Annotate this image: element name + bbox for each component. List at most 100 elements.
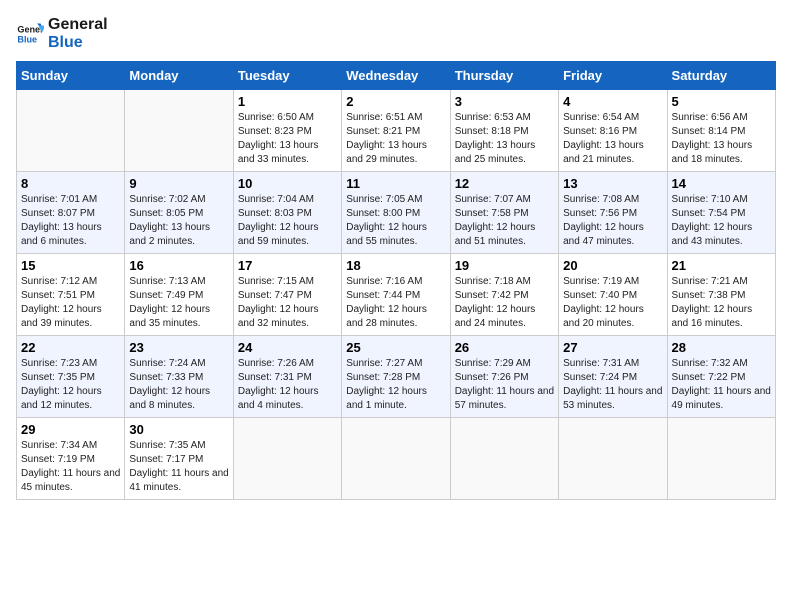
day-info: Sunrise: 6:51 AM Sunset: 8:21 PM Dayligh… (346, 111, 445, 167)
day-info: Sunrise: 7:16 AM Sunset: 7:44 PM Dayligh… (346, 275, 445, 331)
day-number: 13 (563, 176, 662, 191)
day-info: Sunrise: 7:21 AM Sunset: 7:38 PM Dayligh… (672, 275, 771, 331)
day-number: 26 (455, 340, 554, 355)
day-info: Sunrise: 7:27 AM Sunset: 7:28 PM Dayligh… (346, 357, 445, 413)
calendar-week-3: 15 Sunrise: 7:12 AM Sunset: 7:51 PM Dayl… (17, 254, 776, 336)
day-info: Sunrise: 7:35 AM Sunset: 7:17 PM Dayligh… (129, 439, 228, 495)
day-number: 19 (455, 258, 554, 273)
weekday-header-tuesday: Tuesday (233, 62, 341, 90)
day-number: 14 (672, 176, 771, 191)
day-number: 18 (346, 258, 445, 273)
day-info: Sunrise: 6:56 AM Sunset: 8:14 PM Dayligh… (672, 111, 771, 167)
calendar-day-12: 12 Sunrise: 7:07 AM Sunset: 7:58 PM Dayl… (450, 172, 558, 254)
calendar-day-20: 20 Sunrise: 7:19 AM Sunset: 7:40 PM Dayl… (559, 254, 667, 336)
calendar-day-16: 16 Sunrise: 7:13 AM Sunset: 7:49 PM Dayl… (125, 254, 233, 336)
logo-general-text: General (48, 16, 108, 34)
calendar-week-5: 29 Sunrise: 7:34 AM Sunset: 7:19 PM Dayl… (17, 418, 776, 500)
day-info: Sunrise: 7:24 AM Sunset: 7:33 PM Dayligh… (129, 357, 228, 413)
empty-cell (559, 418, 667, 500)
calendar-week-1: 1 Sunrise: 6:50 AM Sunset: 8:23 PM Dayli… (17, 90, 776, 172)
empty-cell (233, 418, 341, 500)
calendar-week-2: 8 Sunrise: 7:01 AM Sunset: 8:07 PM Dayli… (17, 172, 776, 254)
calendar-day-5: 5 Sunrise: 6:56 AM Sunset: 8:14 PM Dayli… (667, 90, 775, 172)
calendar-day-13: 13 Sunrise: 7:08 AM Sunset: 7:56 PM Dayl… (559, 172, 667, 254)
calendar-table: SundayMondayTuesdayWednesdayThursdayFrid… (16, 61, 776, 500)
day-number: 4 (563, 94, 662, 109)
day-info: Sunrise: 7:12 AM Sunset: 7:51 PM Dayligh… (21, 275, 120, 331)
calendar-day-18: 18 Sunrise: 7:16 AM Sunset: 7:44 PM Dayl… (342, 254, 450, 336)
day-info: Sunrise: 7:08 AM Sunset: 7:56 PM Dayligh… (563, 193, 662, 249)
day-number: 28 (672, 340, 771, 355)
day-number: 22 (21, 340, 120, 355)
svg-text:Blue: Blue (17, 34, 37, 44)
day-info: Sunrise: 6:54 AM Sunset: 8:16 PM Dayligh… (563, 111, 662, 167)
day-number: 5 (672, 94, 771, 109)
calendar-day-29: 29 Sunrise: 7:34 AM Sunset: 7:19 PM Dayl… (17, 418, 125, 500)
calendar-day-28: 28 Sunrise: 7:32 AM Sunset: 7:22 PM Dayl… (667, 336, 775, 418)
calendar-day-3: 3 Sunrise: 6:53 AM Sunset: 8:18 PM Dayli… (450, 90, 558, 172)
day-number: 2 (346, 94, 445, 109)
day-number: 25 (346, 340, 445, 355)
day-info: Sunrise: 7:10 AM Sunset: 7:54 PM Dayligh… (672, 193, 771, 249)
day-info: Sunrise: 7:04 AM Sunset: 8:03 PM Dayligh… (238, 193, 337, 249)
calendar-day-4: 4 Sunrise: 6:54 AM Sunset: 8:16 PM Dayli… (559, 90, 667, 172)
day-info: Sunrise: 7:23 AM Sunset: 7:35 PM Dayligh… (21, 357, 120, 413)
calendar-day-23: 23 Sunrise: 7:24 AM Sunset: 7:33 PM Dayl… (125, 336, 233, 418)
calendar-day-21: 21 Sunrise: 7:21 AM Sunset: 7:38 PM Dayl… (667, 254, 775, 336)
day-number: 9 (129, 176, 228, 191)
empty-cell (450, 418, 558, 500)
calendar-day-15: 15 Sunrise: 7:12 AM Sunset: 7:51 PM Dayl… (17, 254, 125, 336)
calendar-day-1: 1 Sunrise: 6:50 AM Sunset: 8:23 PM Dayli… (233, 90, 341, 172)
calendar-day-30: 30 Sunrise: 7:35 AM Sunset: 7:17 PM Dayl… (125, 418, 233, 500)
day-number: 15 (21, 258, 120, 273)
day-info: Sunrise: 7:31 AM Sunset: 7:24 PM Dayligh… (563, 357, 662, 413)
empty-cell (342, 418, 450, 500)
day-number: 21 (672, 258, 771, 273)
day-info: Sunrise: 6:50 AM Sunset: 8:23 PM Dayligh… (238, 111, 337, 167)
day-info: Sunrise: 7:07 AM Sunset: 7:58 PM Dayligh… (455, 193, 554, 249)
day-info: Sunrise: 7:34 AM Sunset: 7:19 PM Dayligh… (21, 439, 120, 495)
day-number: 1 (238, 94, 337, 109)
calendar-day-19: 19 Sunrise: 7:18 AM Sunset: 7:42 PM Dayl… (450, 254, 558, 336)
calendar-day-22: 22 Sunrise: 7:23 AM Sunset: 7:35 PM Dayl… (17, 336, 125, 418)
logo: General Blue General Blue (16, 16, 108, 51)
calendar-week-4: 22 Sunrise: 7:23 AM Sunset: 7:35 PM Dayl… (17, 336, 776, 418)
day-number: 30 (129, 422, 228, 437)
day-number: 8 (21, 176, 120, 191)
empty-cell-0 (17, 90, 125, 172)
day-info: Sunrise: 7:19 AM Sunset: 7:40 PM Dayligh… (563, 275, 662, 331)
day-number: 11 (346, 176, 445, 191)
weekday-header-thursday: Thursday (450, 62, 558, 90)
calendar-day-27: 27 Sunrise: 7:31 AM Sunset: 7:24 PM Dayl… (559, 336, 667, 418)
day-number: 10 (238, 176, 337, 191)
weekday-header-saturday: Saturday (667, 62, 775, 90)
calendar-day-17: 17 Sunrise: 7:15 AM Sunset: 7:47 PM Dayl… (233, 254, 341, 336)
day-number: 29 (21, 422, 120, 437)
day-number: 12 (455, 176, 554, 191)
page-header: General Blue General Blue (16, 16, 776, 51)
day-info: Sunrise: 7:26 AM Sunset: 7:31 PM Dayligh… (238, 357, 337, 413)
day-info: Sunrise: 7:32 AM Sunset: 7:22 PM Dayligh… (672, 357, 771, 413)
calendar-header: SundayMondayTuesdayWednesdayThursdayFrid… (17, 62, 776, 90)
calendar-body: 1 Sunrise: 6:50 AM Sunset: 8:23 PM Dayli… (17, 90, 776, 500)
empty-cell (667, 418, 775, 500)
calendar-day-8: 8 Sunrise: 7:01 AM Sunset: 8:07 PM Dayli… (17, 172, 125, 254)
day-number: 16 (129, 258, 228, 273)
day-number: 24 (238, 340, 337, 355)
day-info: Sunrise: 7:05 AM Sunset: 8:00 PM Dayligh… (346, 193, 445, 249)
calendar-day-25: 25 Sunrise: 7:27 AM Sunset: 7:28 PM Dayl… (342, 336, 450, 418)
logo-blue-text: Blue (48, 34, 108, 52)
calendar-day-9: 9 Sunrise: 7:02 AM Sunset: 8:05 PM Dayli… (125, 172, 233, 254)
weekday-header-friday: Friday (559, 62, 667, 90)
calendar-day-10: 10 Sunrise: 7:04 AM Sunset: 8:03 PM Dayl… (233, 172, 341, 254)
day-number: 20 (563, 258, 662, 273)
calendar-day-14: 14 Sunrise: 7:10 AM Sunset: 7:54 PM Dayl… (667, 172, 775, 254)
day-number: 17 (238, 258, 337, 273)
day-info: Sunrise: 7:18 AM Sunset: 7:42 PM Dayligh… (455, 275, 554, 331)
day-info: Sunrise: 6:53 AM Sunset: 8:18 PM Dayligh… (455, 111, 554, 167)
calendar-day-24: 24 Sunrise: 7:26 AM Sunset: 7:31 PM Dayl… (233, 336, 341, 418)
day-info: Sunrise: 7:02 AM Sunset: 8:05 PM Dayligh… (129, 193, 228, 249)
weekday-header-row: SundayMondayTuesdayWednesdayThursdayFrid… (17, 62, 776, 90)
day-number: 3 (455, 94, 554, 109)
day-info: Sunrise: 7:15 AM Sunset: 7:47 PM Dayligh… (238, 275, 337, 331)
